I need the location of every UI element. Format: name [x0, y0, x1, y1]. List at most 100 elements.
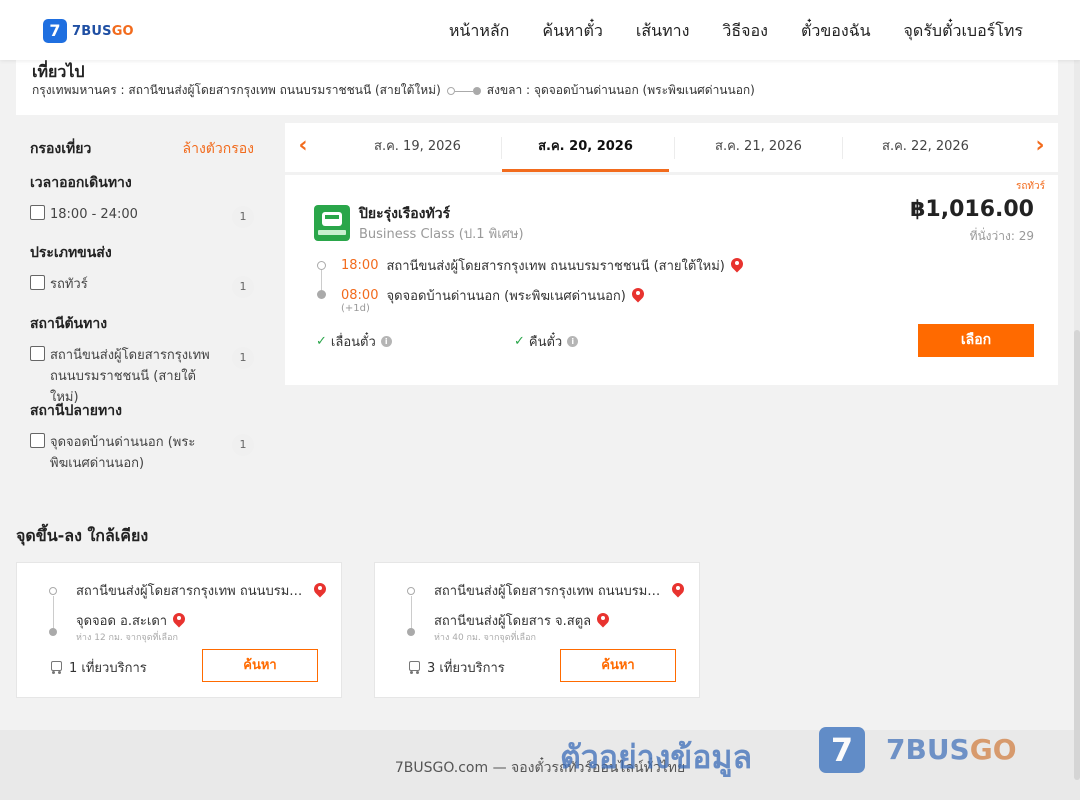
map-pin-icon[interactable]: [632, 288, 644, 304]
departure-stop: 18:00 สถานีขนส่งผู้โดยสารกรุงเทพ ถนนบรมร…: [341, 255, 743, 276]
trip-origin: กรุงเทพมหานคร : สถานีขนส่งผู้โดยสารกรุงเ…: [32, 83, 441, 97]
filter-header: กรองเที่ยว ล้างตัวกรอง: [30, 138, 254, 158]
date-tab[interactable]: ส.ค. 19, 2026: [334, 123, 501, 172]
filter-title: กรองเที่ยว: [30, 141, 92, 157]
seat-class: Business Class (ป.1 พิเศษ): [359, 227, 524, 242]
nearby-search-button[interactable]: ค้นหา: [202, 649, 318, 682]
checkbox[interactable]: [30, 433, 45, 448]
departure-time: 18:00: [341, 258, 379, 273]
checkbox[interactable]: [30, 346, 45, 361]
top-navbar: 7 7BUSGO หน้าหลัก ค้นหาตั๋ว เส้นทาง วิธี…: [0, 0, 1080, 60]
trip-destination: สงขลา : จุดจอดบ้านด่านนอก (พระพิฆเนศด่าน…: [486, 83, 755, 97]
filter-group-transport-type: ประเภทขนส่ง รถทัวร์ 1: [30, 242, 254, 314]
filter-option[interactable]: รถทัวร์ 1: [30, 274, 254, 314]
logo-text: 7BUSGO: [72, 23, 134, 39]
bus-icon: [408, 661, 421, 674]
nearby-card: สถานีขนส่งผู้โดยสารกรุงเทพ ถนนบรมราชชนนี…: [374, 562, 700, 698]
timeline-end-dot: [49, 628, 57, 636]
chevron-right-icon[interactable]: ›: [1030, 134, 1050, 158]
checkbox[interactable]: [30, 205, 45, 220]
date-tab[interactable]: ส.ค. 21, 2026: [675, 123, 842, 172]
watermark-brand: 7BUSGO: [886, 733, 1017, 766]
timeline-end-dot: [317, 290, 326, 299]
filter-group-title: ประเภทขนส่ง: [30, 245, 112, 261]
nearby-distance: ห่าง 12 กม. จากจุดที่เลือก: [76, 633, 178, 643]
filter-option[interactable]: สถานีขนส่งผู้โดยสารกรุงเทพ ถนนบรมราชชนนี…: [30, 345, 254, 405]
date-tab-active[interactable]: ส.ค. 20, 2026: [502, 123, 669, 172]
nearby-distance: ห่าง 40 กม. จากจุดที่เลือก: [434, 633, 536, 643]
checkbox[interactable]: [30, 275, 45, 290]
feature-reschedule: ✓ เลื่อนตั๋ว i: [316, 331, 392, 352]
date-tabs: ‹ ส.ค. 19, 2026 ส.ค. 20, 2026 ส.ค. 21, 2…: [285, 123, 1058, 172]
arrival-stop: 08:00 จุดจอดบ้านด่านนอก (พระพิฆเนศด่านนอ…: [341, 285, 644, 306]
info-icon[interactable]: i: [567, 336, 579, 347]
arrival-station: จุดจอดบ้านด่านนอก (พระพิฆเนศด่านนอก): [386, 289, 626, 304]
check-icon: ✓: [316, 334, 327, 349]
departure-station: สถานีขนส่งผู้โดยสารกรุงเทพ ถนนบรมราชชนนี…: [386, 259, 725, 274]
filter-group-title: สถานีต้นทาง: [30, 316, 108, 332]
filter-group-destination-station: สถานีปลายทาง จุดจอดบ้านด่านนอก (พระพิฆเน…: [30, 400, 254, 472]
map-pin-icon[interactable]: [672, 583, 684, 599]
filter-group-origin-station: สถานีต้นทาง สถานีขนส่งผู้โดยสารกรุงเทพ ถ…: [30, 313, 254, 405]
filter-group-title: เวลาออกเดินทาง: [30, 175, 132, 191]
nav-home[interactable]: หน้าหลัก: [449, 19, 510, 44]
timeline-line: [53, 596, 54, 629]
nav-search-ticket[interactable]: ค้นหาตั๋ว: [542, 19, 603, 44]
filter-group-title: สถานีปลายทาง: [30, 403, 122, 419]
nearby-destination: จุดจอด อ.สะเดา: [76, 610, 185, 631]
nearby-search-button[interactable]: ค้นหา: [560, 649, 676, 682]
route-connector-icon: [446, 86, 481, 96]
arrival-time: 08:00: [341, 288, 379, 303]
map-pin-icon[interactable]: [731, 258, 743, 274]
main-nav: หน้าหลัก ค้นหาตั๋ว เส้นทาง วิธีจอง ตั๋วข…: [449, 19, 1023, 44]
map-pin-icon[interactable]: [597, 613, 609, 629]
feature-label: เลื่อนตั๋ว: [330, 335, 376, 350]
filter-option-label: จุดจอดบ้านด่านนอก (พระพิฆเนศด่านนอก): [50, 435, 196, 471]
feature-refund: ✓ คืนตั๋ว i: [514, 331, 579, 352]
filter-option-count: 1: [232, 347, 254, 369]
map-pin-icon[interactable]: [173, 613, 185, 629]
filter-option-label: สถานีขนส่งผู้โดยสารกรุงเทพ ถนนบรมราชชนนี…: [50, 348, 210, 405]
timeline-line: [411, 596, 412, 629]
trip-result-card: รถทัวร์ ปิยะรุ่งเรืองทัวร์ Business Clas…: [285, 175, 1058, 385]
nearby-section-title: จุดขึ้น-ลง ใกล้เคียง: [16, 526, 149, 545]
feature-label: คืนตั๋ว: [528, 335, 563, 350]
nav-routes[interactable]: เส้นทาง: [636, 19, 690, 44]
ticket-price: ฿1,016.00: [910, 197, 1034, 222]
nav-how-to-book[interactable]: วิธีจอง: [722, 19, 768, 44]
filter-option[interactable]: 18:00 - 24:00 1: [30, 204, 254, 244]
nearby-origin: สถานีขนส่งผู้โดยสารกรุงเทพ ถนนบรมราชชนนี…: [76, 580, 326, 601]
select-trip-button[interactable]: เลือก: [918, 324, 1034, 357]
logo-icon: 7: [43, 19, 67, 43]
nearby-origin: สถานีขนส่งผู้โดยสารกรุงเทพ ถนนบรมราชชนนี…: [434, 580, 684, 601]
filter-option-count: 1: [232, 206, 254, 228]
clear-filter-link[interactable]: ล้างตัวกรอง: [183, 138, 254, 160]
timeline-start-dot: [49, 587, 57, 595]
seats-available: ที่นั่งว่าง: 29: [969, 229, 1034, 243]
timeline-line: [321, 270, 322, 290]
check-icon: ✓: [514, 334, 525, 349]
filter-option[interactable]: จุดจอดบ้านด่านนอก (พระพิฆเนศด่านนอก) 1: [30, 432, 254, 472]
page-scrollbar[interactable]: [1074, 60, 1080, 780]
next-day-note: (+1d): [341, 303, 370, 314]
info-icon[interactable]: i: [380, 336, 392, 347]
operator-logo: [314, 205, 350, 241]
nav-pickup-points[interactable]: จุดรับตั๋วเบอร์โทร: [904, 19, 1023, 44]
filter-option-label: 18:00 - 24:00: [50, 207, 138, 222]
chevron-left-icon[interactable]: ‹: [293, 134, 313, 158]
watermark-text: ตัวอย่างข้อมูล: [560, 738, 753, 776]
nearby-card: สถานีขนส่งผู้โดยสารกรุงเทพ ถนนบรมราชชนนี…: [16, 562, 342, 698]
scrollbar-thumb[interactable]: [1074, 330, 1080, 780]
timeline-start-dot: [317, 261, 326, 270]
nav-my-tickets[interactable]: ตั๋วของฉัน: [801, 19, 871, 44]
transport-type-tag: รถทัวร์: [1015, 181, 1045, 192]
bus-icon: [50, 661, 63, 674]
filter-group-departure-time: เวลาออกเดินทาง 18:00 - 24:00 1: [30, 172, 254, 244]
date-tab[interactable]: ส.ค. 22, 2026: [842, 123, 1009, 172]
site-logo[interactable]: 7 7BUSGO: [43, 19, 134, 43]
trip-route: กรุงเทพมหานคร : สถานีขนส่งผู้โดยสารกรุงเ…: [32, 81, 755, 100]
operator-name: ปิยะรุ่งเรืองทัวร์: [359, 206, 451, 222]
watermark-logo-icon: 7: [819, 727, 865, 773]
map-pin-icon[interactable]: [314, 583, 326, 599]
filter-option-count: 1: [232, 276, 254, 298]
